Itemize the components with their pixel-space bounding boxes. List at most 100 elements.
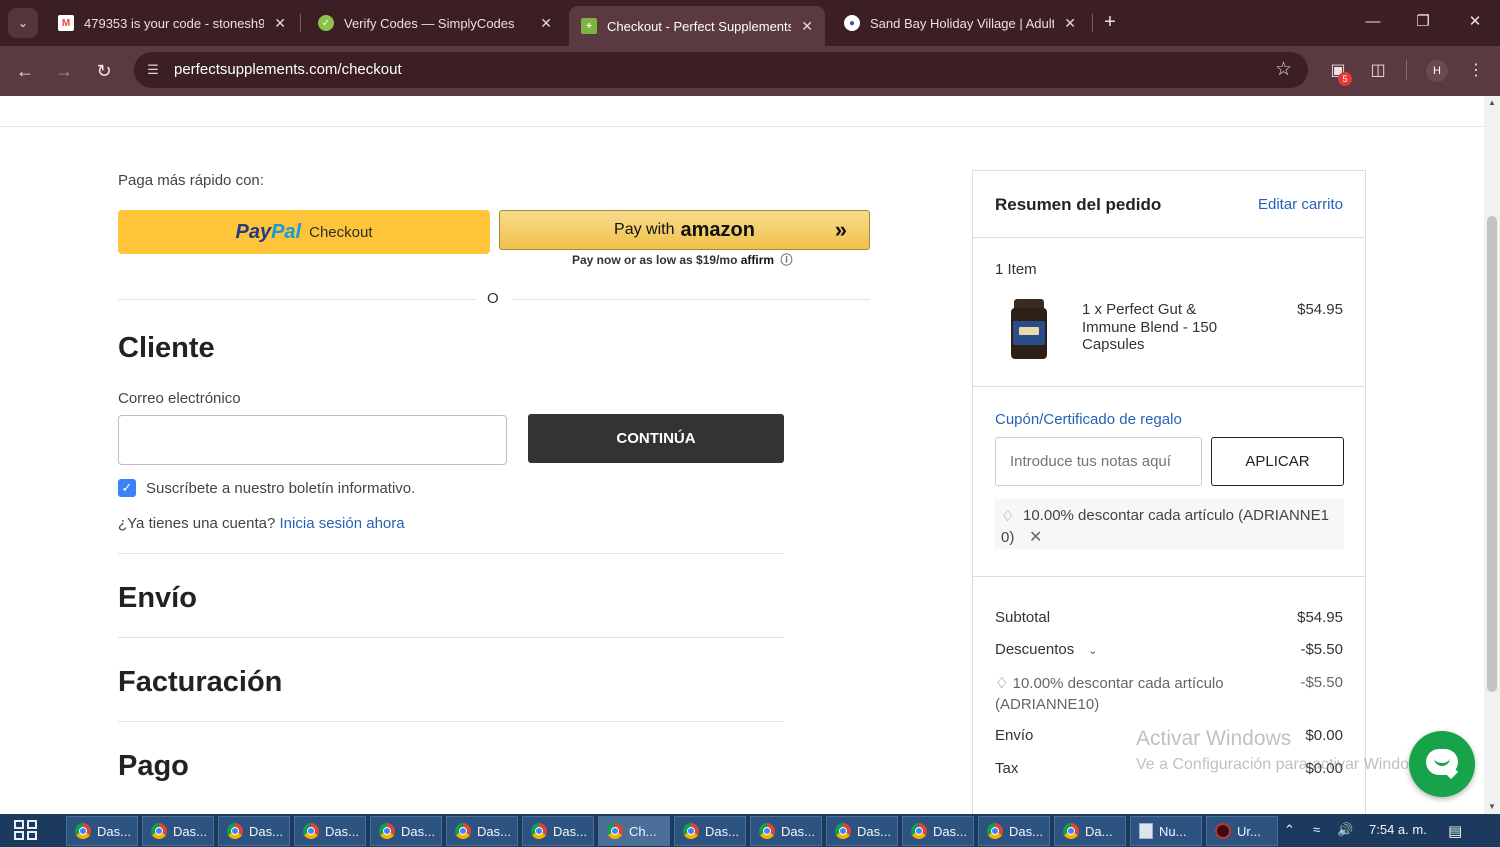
start-menu-icon[interactable] — [14, 820, 40, 842]
close-tab-icon[interactable]: ✕ — [540, 15, 552, 32]
chrome-icon — [759, 823, 775, 839]
section-divider — [118, 721, 784, 722]
header-divider — [0, 126, 1484, 127]
taskbar-item[interactable]: Das... — [218, 816, 290, 846]
account-question: ¿Ya tienes una cuenta? — [118, 515, 276, 532]
url-text[interactable]: perfectsupplements.com/checkout — [174, 61, 402, 78]
item-count: 1 Item — [995, 261, 1037, 278]
tab-sandbay[interactable]: ● Sand Bay Holiday Village | Adult ✕ — [832, 6, 1088, 40]
profile-avatar[interactable]: H — [1426, 60, 1448, 82]
toolbar-divider — [1406, 60, 1407, 80]
taskbar-item[interactable]: Das... — [750, 816, 822, 846]
wifi-icon[interactable]: ≈ — [1313, 822, 1320, 837]
summary-divider — [973, 237, 1365, 238]
windows-activation-title: Activar Windows — [1136, 727, 1292, 750]
taskbar-item[interactable]: Das... — [446, 816, 518, 846]
order-summary: Resumen del pedido Editar carrito 1 Item… — [972, 170, 1366, 814]
tab-simplycodes[interactable]: ✓ Verify Codes — SimplyCodes ✕ — [306, 6, 564, 40]
product-price: $54.95 — [1297, 301, 1343, 318]
billing-heading[interactable]: Facturación — [118, 666, 282, 699]
tab-search-chevron-icon[interactable]: ⌄ — [8, 8, 38, 38]
taskbar-item[interactable]: Das... — [370, 816, 442, 846]
taskbar-item[interactable]: Das... — [674, 816, 746, 846]
discounts-label: Descuentos — [995, 641, 1075, 658]
bookmark-star-icon[interactable]: ☆ — [1275, 58, 1292, 81]
signin-link[interactable]: Inicia sesión ahora — [280, 515, 405, 532]
extension-badge: 5 — [1338, 72, 1352, 86]
express-checkout-label: Paga más rápido con: — [118, 172, 264, 189]
taskbar-item[interactable]: Das... — [978, 816, 1050, 846]
minimize-icon[interactable]: — — [1358, 10, 1388, 34]
discounts-toggle[interactable]: Descuentos ⌄ — [995, 641, 1097, 658]
paypal-checkout-label: Checkout — [309, 223, 373, 241]
taskbar-item[interactable]: Das... — [826, 816, 898, 846]
volume-icon[interactable]: 🔊 — [1337, 822, 1353, 838]
scroll-down-icon[interactable]: ▼ — [1484, 800, 1500, 814]
chat-widget-button[interactable] — [1409, 731, 1475, 797]
app-icon — [1215, 823, 1231, 839]
scroll-up-icon[interactable]: ▲ — [1484, 96, 1500, 110]
clock[interactable]: 7:54 a. m. — [1369, 822, 1427, 837]
taskbar-item-app[interactable]: Ur... — [1206, 816, 1278, 846]
or-divider-text: O — [487, 290, 499, 307]
continue-button[interactable]: CONTINÚA — [528, 414, 784, 463]
info-icon[interactable]: ⓘ — [780, 253, 792, 267]
paypal-logo-pal: Pal — [271, 220, 302, 243]
reload-icon[interactable]: ↻ — [91, 58, 117, 84]
amazon-pay-button[interactable]: Pay with amazon » — [499, 210, 870, 250]
tab-checkout[interactable]: + Checkout - Perfect Supplements ✕ — [569, 6, 825, 46]
customer-heading: Cliente — [118, 332, 215, 364]
chrome-icon — [531, 823, 547, 839]
taskbar-item[interactable]: Das... — [522, 816, 594, 846]
tab-gmail[interactable]: M 479353 is your code - stonesh9 ✕ — [46, 6, 298, 40]
double-chevron-right-icon: » — [834, 217, 847, 242]
taskbar-item-notepad[interactable]: Nu... — [1130, 816, 1202, 846]
extensions-puzzle-icon[interactable]: ◫ — [1365, 58, 1391, 84]
apply-coupon-button[interactable]: APLICAR — [1211, 437, 1344, 486]
address-bar[interactable]: ☰ perfectsupplements.com/checkout ☆ — [134, 52, 1308, 88]
page-scrollbar[interactable]: ▲ ▼ — [1484, 96, 1500, 814]
new-tab-icon[interactable]: + — [1098, 10, 1122, 34]
chrome-icon — [607, 823, 623, 839]
close-tab-icon[interactable]: ✕ — [801, 18, 813, 35]
summary-divider — [973, 576, 1365, 577]
taskbar-item[interactable]: Das... — [142, 816, 214, 846]
site-settings-icon[interactable]: ☰ — [144, 61, 162, 79]
taskbar-item-active[interactable]: Ch... — [598, 816, 670, 846]
browser-toolbar: ← → ↻ ☰ perfectsupplements.com/checkout … — [0, 46, 1500, 96]
chrome-icon — [911, 823, 927, 839]
tray-chevron-up-icon[interactable]: ⌃ — [1284, 822, 1295, 838]
checkout-page: Paga más rápido con: Pay Pal Checkout Pay… — [0, 96, 1484, 814]
restore-icon[interactable]: ❐ — [1408, 10, 1438, 34]
back-icon[interactable]: ← — [12, 58, 38, 84]
edit-cart-link[interactable]: Editar carrito — [1258, 196, 1343, 213]
discount-detail-value: -$5.50 — [1300, 674, 1343, 691]
coupon-toggle-link[interactable]: Cupón/Certificado de regalo — [995, 411, 1182, 428]
discount-detail: ♢ 10.00% descontar cada artículo (ADRIAN… — [995, 673, 1291, 715]
payment-heading[interactable]: Pago — [118, 750, 189, 783]
chrome-icon — [303, 823, 319, 839]
close-tab-icon[interactable]: ✕ — [1064, 15, 1076, 32]
tab-title: 479353 is your code - stonesh9 — [84, 15, 265, 31]
taskbar-item[interactable]: Da... — [1054, 816, 1126, 846]
taskbar-item[interactable]: Das... — [902, 816, 974, 846]
forward-icon[interactable]: → — [51, 58, 77, 84]
shipping-cost-value: $0.00 — [1305, 727, 1343, 744]
simplycodes-icon: ✓ — [318, 15, 334, 31]
notifications-icon[interactable]: ▤ — [1448, 822, 1462, 840]
chrome-icon — [987, 823, 1003, 839]
applied-coupon-text-cont: 0) — [1001, 529, 1015, 546]
shipping-heading[interactable]: Envío — [118, 582, 197, 615]
coupon-input[interactable] — [995, 437, 1202, 486]
newsletter-checkbox[interactable]: ✓ — [118, 479, 136, 497]
scroll-thumb[interactable] — [1487, 216, 1497, 692]
email-field[interactable] — [118, 415, 507, 465]
paypal-checkout-button[interactable]: Pay Pal Checkout — [118, 210, 490, 254]
remove-coupon-icon[interactable]: ✕ — [1029, 527, 1042, 547]
close-tab-icon[interactable]: ✕ — [274, 15, 286, 32]
chrome-icon — [455, 823, 471, 839]
taskbar-item[interactable]: Das... — [294, 816, 366, 846]
close-window-icon[interactable]: ✕ — [1460, 10, 1490, 34]
taskbar-item[interactable]: Das... — [66, 816, 138, 846]
browser-menu-icon[interactable]: ⋮ — [1463, 58, 1489, 84]
